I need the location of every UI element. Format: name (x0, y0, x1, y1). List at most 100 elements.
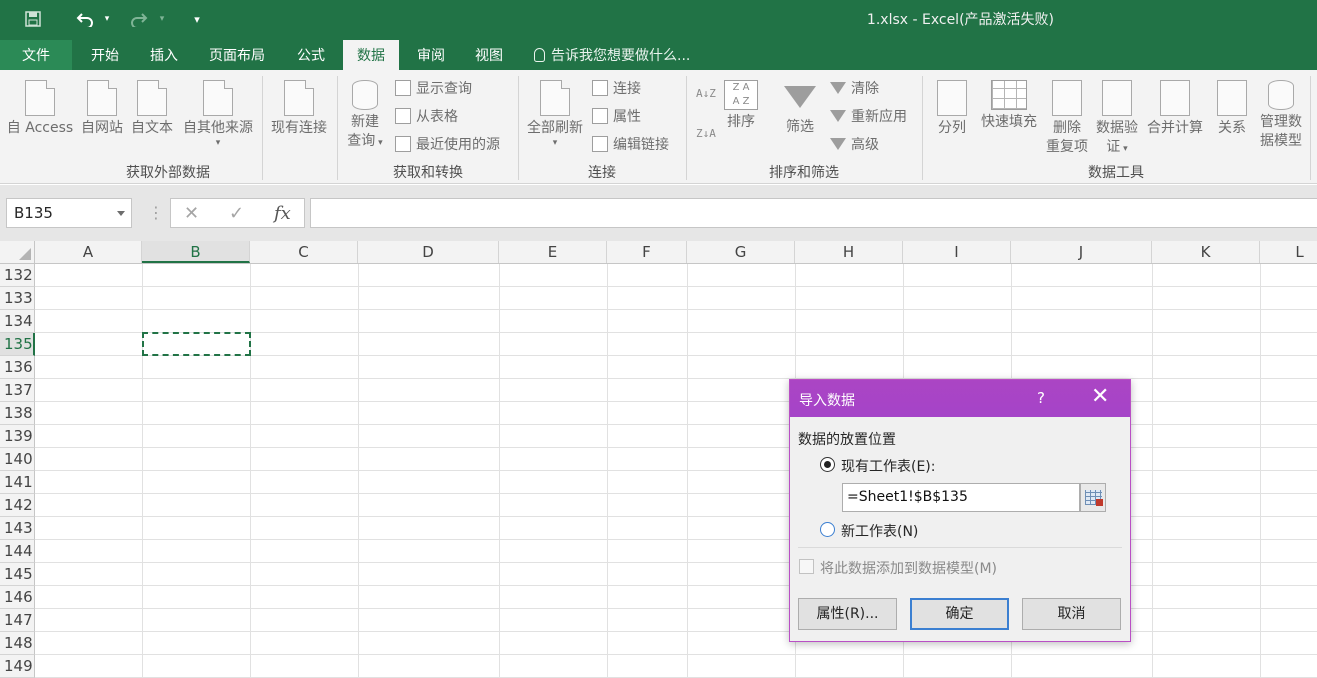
sort-button[interactable]: Z AA Z 排序 (720, 80, 762, 132)
chevron-down-icon[interactable] (117, 211, 125, 216)
tell-me-search[interactable]: 告诉我您想要做什么... (534, 40, 690, 70)
insert-function-icon[interactable]: fx (274, 203, 291, 224)
connections-button[interactable]: 连接 (592, 77, 641, 99)
row-header-147[interactable]: 147 (0, 609, 35, 632)
from-other-sources-button[interactable]: 自其他来源 ▾ (178, 80, 258, 148)
consolidate-button[interactable]: 合并计算 (1142, 80, 1208, 138)
row-header-145[interactable]: 145 (0, 563, 35, 586)
row-header-141[interactable]: 141 (0, 471, 35, 494)
select-all-corner[interactable] (0, 241, 35, 263)
enter-formula-icon[interactable]: ✓ (229, 203, 244, 224)
row-header-143[interactable]: 143 (0, 517, 35, 540)
name-box[interactable]: B135 (6, 198, 132, 228)
column-header-b[interactable]: B (142, 241, 250, 263)
row-header-137[interactable]: 137 (0, 379, 35, 402)
flash-fill-icon (991, 80, 1027, 110)
ok-button[interactable]: 确定 (910, 598, 1009, 630)
text-to-columns-button[interactable]: 分列 (930, 80, 974, 138)
tab-home[interactable]: 开始 (78, 40, 132, 70)
tab-file[interactable]: 文件 (0, 40, 72, 70)
close-icon[interactable]: ✕ (1091, 385, 1109, 409)
row-header-142[interactable]: 142 (0, 494, 35, 517)
tab-data[interactable]: 数据 (343, 40, 399, 70)
clear-button[interactable]: 清除 (830, 77, 879, 99)
remove-duplicates-button[interactable]: 删除 重复项 (1042, 80, 1092, 157)
formula-bar-grip-icon[interactable]: ⋮ (148, 203, 164, 222)
clear-label: 清除 (851, 81, 879, 97)
new-sheet-radio[interactable] (820, 522, 835, 537)
column-header-a[interactable]: A (35, 241, 142, 263)
from-text-button[interactable]: 自文本 (128, 80, 176, 138)
column-header-h[interactable]: H (795, 241, 903, 263)
refresh-all-label: 全部刷新 (527, 120, 583, 136)
row-header-138[interactable]: 138 (0, 402, 35, 425)
new-query-button[interactable]: 新建 查询 ▾ (342, 80, 388, 153)
new-sheet-label[interactable]: 新工作表(N) (841, 521, 918, 541)
cancel-button[interactable]: 取消 (1022, 598, 1121, 630)
column-header-i[interactable]: I (903, 241, 1011, 263)
row-header-132[interactable]: 132 (0, 264, 35, 287)
tab-view[interactable]: 视图 (462, 40, 516, 70)
row-header-149[interactable]: 149 (0, 655, 35, 678)
sort-az-icon[interactable]: A↓Z (696, 88, 716, 99)
edit-links-button[interactable]: 编辑链接 (592, 133, 669, 155)
group-label-connections: 连接 (588, 165, 616, 181)
existing-sheet-label[interactable]: 现有工作表(E): (841, 456, 936, 476)
new-query-label-1: 新建 (351, 114, 379, 130)
column-header-k[interactable]: K (1152, 241, 1260, 263)
selected-cell-marquee[interactable] (142, 332, 251, 356)
flash-fill-button[interactable]: 快速填充 (976, 80, 1042, 132)
dialog-title-bar[interactable]: 导入数据 ? ✕ (790, 380, 1130, 417)
row-header-133[interactable]: 133 (0, 287, 35, 310)
properties-icon (592, 108, 608, 124)
row-header-135[interactable]: 135 (0, 333, 35, 356)
group-label-data-tools: 数据工具 (1088, 165, 1144, 181)
from-access-button[interactable]: 自 Access (4, 80, 76, 138)
column-header-d[interactable]: D (358, 241, 499, 263)
row-header-136[interactable]: 136 (0, 356, 35, 379)
manage-data-model-label-2: 据模型 (1260, 133, 1302, 149)
grid-row-line (35, 309, 1317, 310)
column-header-j[interactable]: J (1011, 241, 1152, 263)
database-icon (352, 80, 378, 110)
refresh-all-button[interactable]: 全部刷新 ▾ (522, 80, 588, 148)
grid-column-line (250, 264, 251, 678)
tab-formulas[interactable]: 公式 (284, 40, 338, 70)
reapply-button[interactable]: 重新应用 (830, 105, 907, 127)
manage-data-model-button[interactable]: 管理数 据模型 (1254, 80, 1308, 151)
column-header-f[interactable]: F (607, 241, 687, 263)
from-web-button[interactable]: 自网站 (78, 80, 126, 138)
filter-button[interactable]: 筛选 (778, 80, 822, 137)
cancel-formula-icon[interactable]: ✕ (184, 203, 199, 224)
formula-input[interactable] (310, 198, 1317, 228)
tab-page-layout[interactable]: 页面布局 (196, 40, 278, 70)
relationships-button[interactable]: 关系 (1210, 80, 1254, 138)
row-header-148[interactable]: 148 (0, 632, 35, 655)
row-header-140[interactable]: 140 (0, 448, 35, 471)
clear-filter-icon (830, 82, 846, 94)
properties-dialog-button[interactable]: 属性(R)... (798, 598, 897, 630)
recent-sources-button[interactable]: 最近使用的源 (395, 133, 500, 155)
tab-review[interactable]: 审阅 (404, 40, 458, 70)
help-icon[interactable]: ? (1037, 389, 1045, 407)
column-header-e[interactable]: E (499, 241, 607, 263)
existing-connections-button[interactable]: 现有连接 (266, 80, 332, 138)
sort-za-icon[interactable]: Z↓A (696, 128, 716, 139)
column-header-g[interactable]: G (687, 241, 795, 263)
existing-sheet-radio[interactable] (820, 457, 835, 472)
data-validation-button[interactable]: 数据验 证 ▾ (1092, 80, 1142, 159)
properties-button[interactable]: 属性 (592, 105, 641, 127)
row-header-146[interactable]: 146 (0, 586, 35, 609)
row-header-144[interactable]: 144 (0, 540, 35, 563)
column-header-l[interactable]: L (1260, 241, 1317, 263)
from-table-button[interactable]: 从表格 (395, 105, 458, 127)
text-to-columns-icon (937, 80, 967, 116)
column-header-c[interactable]: C (250, 241, 358, 263)
show-queries-button[interactable]: 显示查询 (395, 77, 472, 99)
row-header-134[interactable]: 134 (0, 310, 35, 333)
range-input[interactable]: =Sheet1!$B$135 (842, 483, 1080, 512)
row-header-139[interactable]: 139 (0, 425, 35, 448)
advanced-button[interactable]: 高级 (830, 133, 879, 155)
range-picker-button[interactable] (1080, 483, 1106, 512)
tab-insert[interactable]: 插入 (137, 40, 191, 70)
